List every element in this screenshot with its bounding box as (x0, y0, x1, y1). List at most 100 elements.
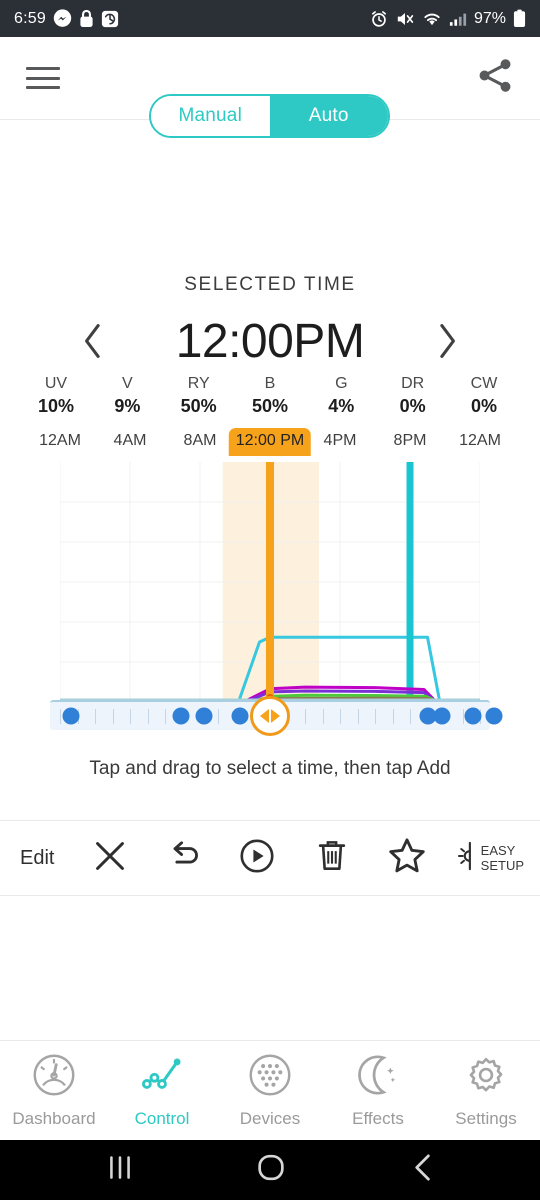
nav-label-settings: Settings (455, 1108, 517, 1128)
nav-item-devices[interactable]: Devices (216, 1041, 324, 1140)
close-button[interactable] (92, 838, 128, 879)
mute-icon (395, 10, 415, 28)
nav-label-control: Control (134, 1108, 190, 1128)
scrubber-tick (462, 709, 464, 724)
status-bar-right: 97% (370, 9, 526, 28)
arrow-right-icon (271, 709, 280, 723)
cell-signal-icon (449, 11, 467, 27)
mode-toggle-auto[interactable]: Auto (269, 96, 388, 136)
status-bar-left: 6:59 (14, 9, 119, 28)
channel-ry-label: RY (187, 375, 210, 392)
favorite-button[interactable] (388, 837, 426, 879)
mode-toggle[interactable]: Manual Auto (149, 94, 390, 138)
gear-icon (464, 1053, 508, 1102)
nav-label-dashboard: Dashboard (12, 1108, 96, 1128)
status-bar-clock: 6:59 (14, 9, 46, 27)
channel-dr: DR 0% (379, 374, 447, 417)
channel-ry: RY 50% (165, 374, 233, 417)
channel-cw-value: 0% (470, 396, 497, 416)
close-x-icon (92, 838, 128, 879)
channel-ry-value: 50% (180, 396, 217, 416)
channel-b-label: B (264, 375, 276, 392)
scrubber-point-marker[interactable] (485, 707, 503, 725)
battery-icon (513, 9, 526, 28)
nav-item-dashboard[interactable]: Dashboard (0, 1041, 108, 1140)
scrubber-tick (147, 709, 149, 724)
scrubber-tick (95, 709, 96, 724)
easy-setup-line1: EASY (480, 843, 516, 858)
scrubber-point-marker[interactable] (433, 707, 450, 725)
chart-x-axis: 12AM 4AM 8AM 12:00 PM 4PM 8PM 12AM (0, 428, 540, 460)
play-button[interactable] (239, 838, 275, 879)
nav-item-settings[interactable]: Settings (432, 1041, 540, 1140)
time-scrubber[interactable] (50, 696, 503, 736)
android-navigation-bar (0, 1140, 540, 1200)
selected-time-value: 12:00PM (175, 314, 365, 368)
messenger-icon (53, 9, 72, 28)
chart-x-tick-3: 12:00 PM (228, 428, 312, 456)
channel-v: V 9% (93, 374, 161, 417)
arrow-left-icon (260, 709, 269, 723)
channel-dr-label: DR (401, 375, 425, 392)
mode-toggle-manual[interactable]: Manual (151, 96, 270, 136)
channel-v-value: 9% (114, 396, 141, 416)
lock-icon (79, 9, 94, 28)
bottom-navigation: Dashboard Control Devices Effects Settin… (0, 1040, 540, 1140)
scrubber-point-marker[interactable] (231, 707, 249, 725)
back-chevron-icon[interactable] (408, 1152, 440, 1189)
edit-toolbar: Edit EASY SETUP (0, 820, 540, 896)
scrubber-point-marker[interactable] (172, 707, 190, 725)
line-chart-icon (140, 1053, 184, 1102)
chart-x-tick-4: 4PM (323, 432, 357, 449)
scrubber-point-marker[interactable] (464, 707, 482, 725)
moon-stars-icon (356, 1053, 400, 1102)
scrubber-tick (410, 709, 411, 724)
selected-time-label: SELECTED TIME (184, 274, 356, 295)
recents-icon[interactable] (100, 1155, 140, 1186)
hint-text: Tap and drag to select a time, then tap … (89, 758, 451, 779)
channel-cw: CW 0% (450, 374, 518, 417)
chart-plot-area[interactable] (60, 462, 480, 702)
nav-item-effects[interactable]: Effects (324, 1041, 432, 1140)
chart-x-tick-5: 8PM (393, 432, 427, 449)
delete-button[interactable] (316, 838, 348, 879)
gauge-icon (32, 1053, 76, 1102)
time-scrubber-handle[interactable] (250, 696, 290, 736)
nav-label-devices: Devices (239, 1108, 301, 1128)
channel-uv-value: 10% (37, 396, 75, 416)
channel-dr-value: 0% (399, 396, 426, 416)
hamburger-menu-icon[interactable] (26, 67, 60, 89)
easy-setup-button[interactable]: EASY SETUP (450, 841, 524, 876)
scrubber-tick (165, 709, 166, 724)
dotted-circle-icon (248, 1053, 292, 1102)
channel-uv: UV 10% (22, 374, 90, 417)
easy-setup-line2: SETUP (480, 858, 524, 873)
scrubber-tick (340, 709, 341, 724)
channel-uv-label: UV (44, 375, 68, 392)
chart-x-tick-6: 12AM (459, 432, 501, 449)
scrubber-tick (130, 709, 131, 724)
nav-item-control[interactable]: Control (108, 1041, 216, 1140)
channel-v-label: V (121, 375, 133, 392)
next-time-button[interactable] (420, 314, 474, 368)
status-bar: 6:59 97% (0, 0, 540, 37)
scrubber-tick (322, 709, 324, 724)
wifi-icon (422, 11, 442, 27)
app-header: Manual Auto (0, 37, 540, 138)
battery-percentage: 97% (473, 9, 506, 27)
chart-x-tick-1: 4AM (113, 432, 147, 449)
scrubber-tick (375, 709, 376, 724)
channel-values: UV 10% V 9% RY 50% B 50% G 4% DR 0% CW 0… (22, 374, 518, 417)
undo-button[interactable] (166, 839, 204, 878)
scrubber-tick (112, 709, 114, 724)
share-icon[interactable] (474, 55, 516, 102)
home-circle-icon[interactable] (254, 1151, 288, 1190)
scrubber-point-marker[interactable] (62, 707, 79, 725)
prev-time-button[interactable] (66, 314, 120, 368)
channel-b: B 50% (236, 374, 304, 417)
app-screen: 6:59 97% Manual Auto SELECTED TIME 12:00… (0, 0, 540, 1200)
half-sun-icon (450, 841, 476, 876)
channel-g-value: 4% (328, 396, 355, 416)
scrubber-point-marker[interactable] (195, 707, 212, 725)
schedule-chart[interactable]: 12AM 4AM 8AM 12:00 PM 4PM 8PM 12AM (0, 428, 540, 736)
